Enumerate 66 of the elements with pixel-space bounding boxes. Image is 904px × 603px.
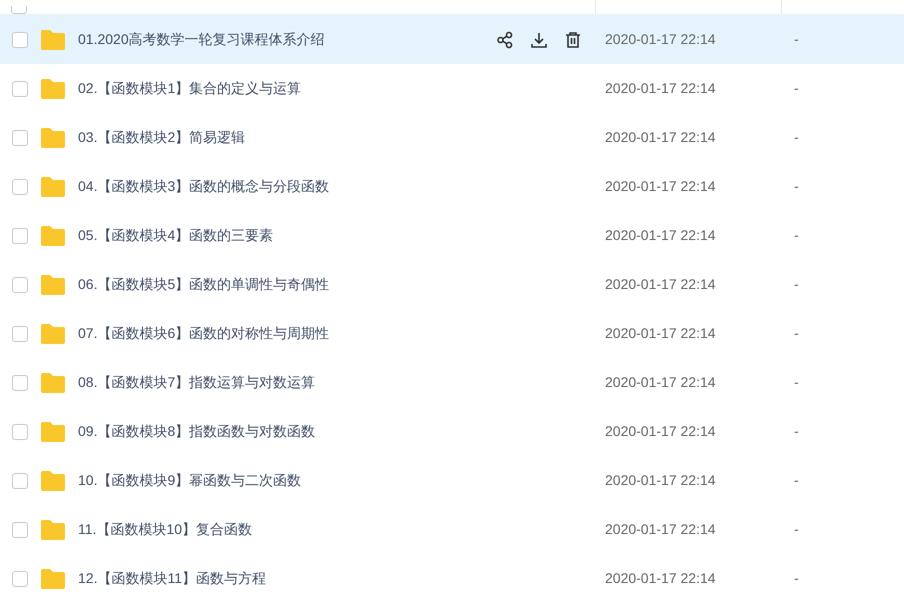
file-size: - [793,79,799,98]
file-size: - [793,520,799,539]
file-size: - [793,422,799,441]
share-button[interactable] [495,30,515,50]
modified-time: 2020-01-17 22:14 [604,471,717,490]
row-checkbox[interactable] [12,326,28,342]
file-size: - [793,128,799,147]
folder-icon [40,372,66,394]
row-checkbox[interactable] [12,130,28,146]
modified-time: 2020-01-17 22:14 [604,226,717,245]
modified-time: 2020-01-17 22:14 [604,128,717,147]
folder-icon [40,322,66,344]
folder-icon [40,568,66,590]
file-size: - [793,275,799,294]
folder-name[interactable]: 05.【函数模块4】函数的三要素 [78,225,595,246]
folder-icon [40,274,66,296]
download-icon [530,30,548,48]
row-checkbox[interactable] [12,228,28,244]
row-checkbox[interactable] [12,374,28,390]
row-checkbox[interactable] [12,424,28,440]
row-checkbox[interactable] [12,570,28,586]
folder-icon [40,126,66,148]
modified-time: 2020-01-17 22:14 [604,373,717,392]
file-size: - [793,373,799,392]
share-icon [496,30,514,48]
folder-name[interactable]: 12.【函数模块11】函数与方程 [78,568,595,589]
folder-name[interactable]: 10.【函数模块9】幂函数与二次函数 [78,470,595,491]
row-checkbox[interactable] [12,522,28,538]
folder-name[interactable]: 07.【函数模块6】函数的对称性与周期性 [78,323,595,344]
row-checkbox[interactable] [12,80,28,96]
modified-time: 2020-01-17 22:14 [604,79,717,98]
folder-name[interactable]: 01.2020高考数学一轮复习课程体系介绍 [78,29,495,50]
modified-time: 2020-01-17 22:14 [604,569,717,588]
row-checkbox[interactable] [12,178,28,194]
modified-time: 2020-01-17 22:14 [604,30,717,49]
row-checkbox[interactable] [12,472,28,488]
folder-icon [40,28,66,50]
folder-name[interactable]: 02.【函数模块1】集合的定义与运算 [78,78,595,99]
folder-icon [40,224,66,246]
file-size: - [793,177,799,196]
file-size: - [793,30,799,49]
row-checkbox[interactable] [12,32,28,48]
trash-icon [564,30,582,48]
folder-icon [40,176,66,198]
folder-name[interactable]: 11.【函数模块10】复合函数 [78,519,595,540]
file-size: - [793,226,799,245]
folder-icon [40,470,66,492]
folder-name[interactable]: 06.【函数模块5】函数的单调性与奇偶性 [78,274,595,295]
modified-time: 2020-01-17 22:14 [604,422,717,441]
select-all-checkbox[interactable] [11,6,27,14]
folder-icon [40,420,66,442]
folder-icon [40,78,66,100]
folder-icon [40,518,66,540]
modified-time: 2020-01-17 22:14 [604,520,717,539]
file-size: - [793,471,799,490]
row-checkbox[interactable] [12,276,28,292]
modified-time: 2020-01-17 22:14 [604,177,717,196]
folder-name[interactable]: 09.【函数模块8】指数函数与对数函数 [78,421,595,442]
file-size: - [793,569,799,588]
folder-name[interactable]: 08.【函数模块7】指数运算与对数运算 [78,372,595,393]
modified-time: 2020-01-17 22:14 [604,324,717,343]
file-size: - [793,324,799,343]
modified-time: 2020-01-17 22:14 [604,275,717,294]
folder-name[interactable]: 03.【函数模块2】简易逻辑 [78,127,595,148]
folder-name[interactable]: 04.【函数模块3】函数的概念与分段函数 [78,176,595,197]
delete-button[interactable] [563,30,583,50]
